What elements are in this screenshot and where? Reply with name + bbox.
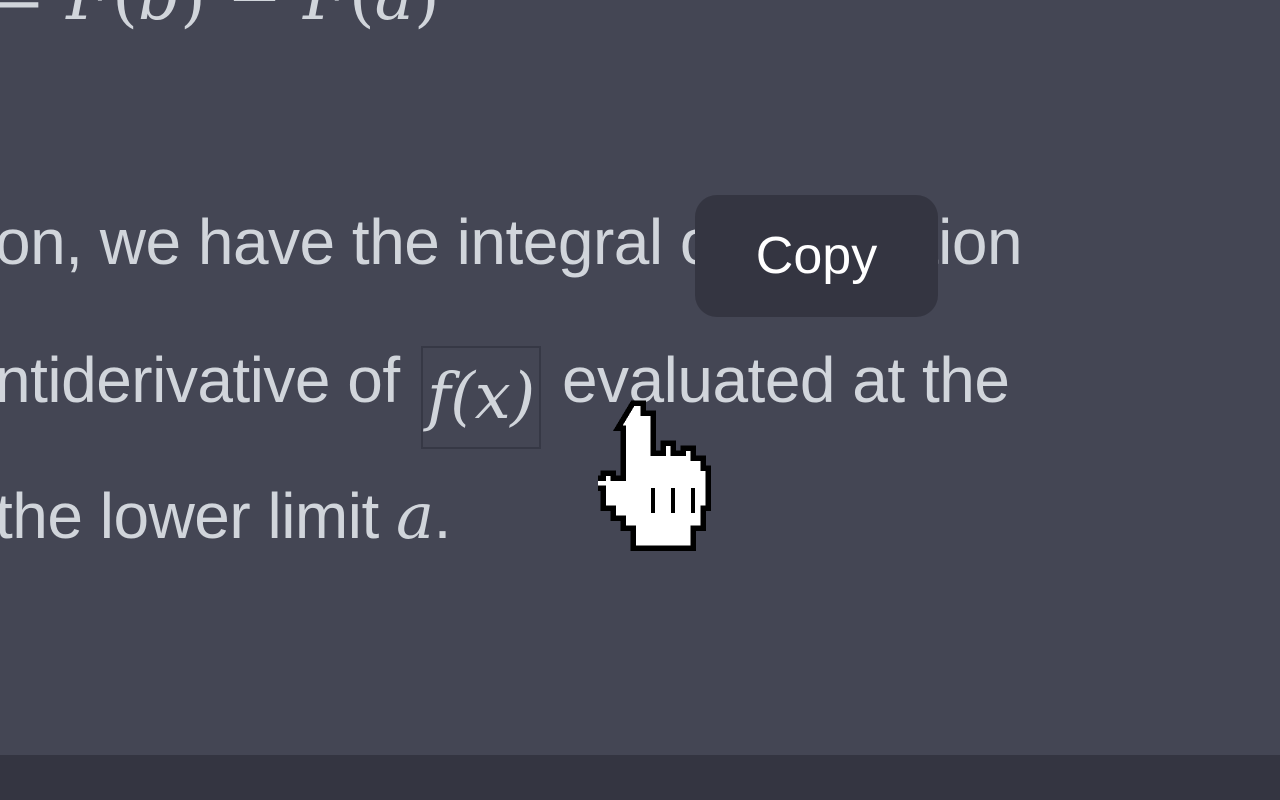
copy-tooltip-label[interactable]: Copy bbox=[756, 226, 877, 286]
paragraph-line-3-text-before: the lower limit bbox=[0, 480, 396, 552]
paragraph-line-3-text-after: . bbox=[433, 480, 452, 552]
inline-math-fx[interactable]: f(x) bbox=[420, 346, 541, 450]
hand-pointer-icon bbox=[598, 400, 711, 551]
paragraph-line-2: ntiderivative of f(x) evaluated at the bbox=[0, 344, 1010, 450]
input-area-bar bbox=[0, 755, 1280, 800]
equation-top: = F(b) − F(a) bbox=[0, 0, 440, 30]
message-area: = F(b) − F(a) on, we have the integral o… bbox=[0, 0, 1280, 800]
eq-minus: − bbox=[227, 0, 282, 35]
paragraph-line-2-text-before: ntiderivative of bbox=[0, 344, 417, 416]
eq-F-upper: F bbox=[66, 0, 112, 35]
copy-tooltip[interactable]: Copy bbox=[695, 195, 938, 317]
eq-open-paren-lower: ( bbox=[349, 0, 375, 35]
eq-equals: = bbox=[0, 0, 45, 35]
eq-close-paren-upper: ) bbox=[180, 0, 206, 35]
eq-a: a bbox=[375, 0, 414, 35]
eq-b: b bbox=[138, 0, 180, 35]
eq-F-lower: F bbox=[303, 0, 349, 35]
paragraph-line-3: the lower limit a. bbox=[0, 484, 451, 549]
eq-close-paren-lower: ) bbox=[414, 0, 440, 35]
eq-open-paren-upper: ( bbox=[112, 0, 138, 35]
inline-math-a[interactable]: a bbox=[396, 480, 434, 554]
